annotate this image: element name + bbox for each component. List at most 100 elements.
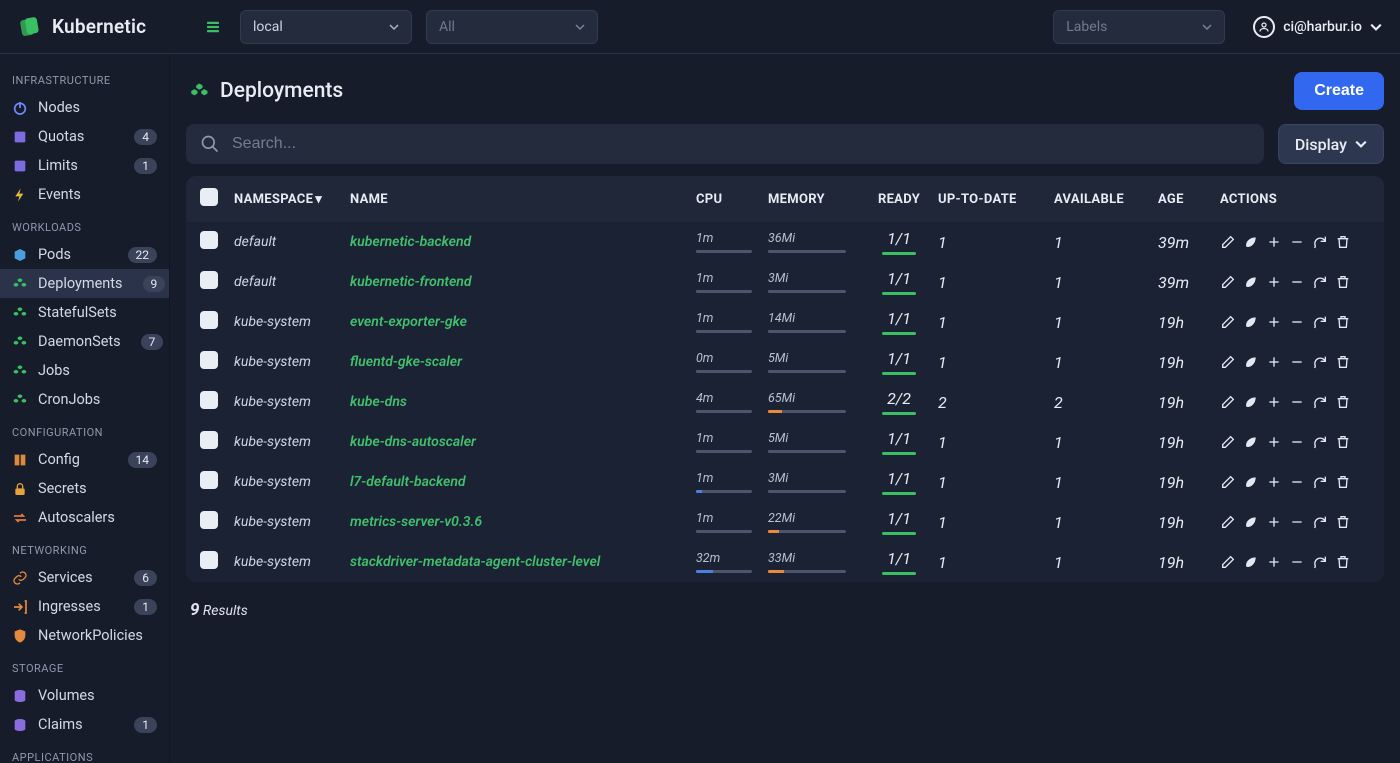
create-button[interactable]: Create — [1294, 72, 1384, 110]
plus-icon[interactable] — [1266, 274, 1282, 290]
sidebar-item-claims[interactable]: Claims1 — [0, 710, 169, 739]
plus-icon[interactable] — [1266, 394, 1282, 410]
rocket-icon[interactable] — [1243, 434, 1259, 450]
deployment-link[interactable]: fluentd-gke-scaler — [350, 354, 462, 370]
col-available[interactable]: AVAILABLE — [1054, 192, 1158, 207]
row-checkbox[interactable] — [200, 231, 218, 249]
search-input[interactable] — [230, 134, 1250, 154]
row-checkbox[interactable] — [200, 431, 218, 449]
deployment-link[interactable]: stackdriver-metadata-agent-cluster-level — [350, 554, 600, 570]
rocket-icon[interactable] — [1243, 234, 1259, 250]
minus-icon[interactable] — [1289, 474, 1305, 490]
trash-icon[interactable] — [1335, 274, 1351, 290]
sidebar-item-networkpolicies[interactable]: NetworkPolicies — [0, 621, 169, 650]
refresh-icon[interactable] — [1312, 514, 1328, 530]
row-checkbox[interactable] — [200, 551, 218, 569]
minus-icon[interactable] — [1289, 394, 1305, 410]
deployment-link[interactable]: kube-dns-autoscaler — [350, 434, 476, 450]
refresh-icon[interactable] — [1312, 314, 1328, 330]
context-select[interactable]: local — [240, 10, 412, 44]
plus-icon[interactable] — [1266, 434, 1282, 450]
plus-icon[interactable] — [1266, 314, 1282, 330]
edit-icon[interactable] — [1220, 274, 1236, 290]
plus-icon[interactable] — [1266, 514, 1282, 530]
deployment-link[interactable]: kubernetic-backend — [350, 234, 471, 250]
row-checkbox[interactable] — [200, 471, 218, 489]
trash-icon[interactable] — [1335, 474, 1351, 490]
edit-icon[interactable] — [1220, 314, 1236, 330]
sidebar-item-services[interactable]: Services6 — [0, 563, 169, 592]
minus-icon[interactable] — [1289, 514, 1305, 530]
sidebar-item-nodes[interactable]: Nodes — [0, 93, 169, 122]
sidebar-item-limits[interactable]: Limits1 — [0, 151, 169, 180]
refresh-icon[interactable] — [1312, 354, 1328, 370]
trash-icon[interactable] — [1335, 434, 1351, 450]
plus-icon[interactable] — [1266, 474, 1282, 490]
refresh-icon[interactable] — [1312, 434, 1328, 450]
col-memory[interactable]: MEMORY — [768, 192, 860, 207]
minus-icon[interactable] — [1289, 274, 1305, 290]
rocket-icon[interactable] — [1243, 514, 1259, 530]
edit-icon[interactable] — [1220, 474, 1236, 490]
search-box[interactable] — [186, 124, 1264, 164]
labels-select[interactable]: Labels — [1053, 10, 1225, 44]
trash-icon[interactable] — [1335, 234, 1351, 250]
col-age[interactable]: AGE — [1158, 192, 1220, 207]
sidebar-item-cronjobs[interactable]: CronJobs — [0, 385, 169, 414]
col-ready[interactable]: READY — [860, 192, 938, 207]
minus-icon[interactable] — [1289, 234, 1305, 250]
refresh-icon[interactable] — [1312, 394, 1328, 410]
edit-icon[interactable] — [1220, 514, 1236, 530]
sidebar-item-deployments[interactable]: Deployments9 — [0, 269, 169, 298]
plus-icon[interactable] — [1266, 554, 1282, 570]
row-checkbox[interactable] — [200, 311, 218, 329]
edit-icon[interactable] — [1220, 554, 1236, 570]
minus-icon[interactable] — [1289, 354, 1305, 370]
minus-icon[interactable] — [1289, 554, 1305, 570]
trash-icon[interactable] — [1335, 394, 1351, 410]
sidebar-item-ingresses[interactable]: Ingresses1 — [0, 592, 169, 621]
plus-icon[interactable] — [1266, 354, 1282, 370]
rocket-icon[interactable] — [1243, 554, 1259, 570]
sidebar-item-events[interactable]: Events — [0, 180, 169, 209]
col-uptodate[interactable]: UP-TO-DATE — [938, 192, 1054, 207]
deployment-link[interactable]: kubernetic-frontend — [350, 274, 472, 290]
refresh-icon[interactable] — [1312, 474, 1328, 490]
deployment-link[interactable]: event-exporter-gke — [350, 314, 467, 330]
col-namespace[interactable]: NAMESPACE▾ — [234, 192, 350, 207]
row-checkbox[interactable] — [200, 271, 218, 289]
trash-icon[interactable] — [1335, 314, 1351, 330]
sidebar-item-jobs[interactable]: Jobs — [0, 356, 169, 385]
edit-icon[interactable] — [1220, 234, 1236, 250]
row-checkbox[interactable] — [200, 351, 218, 369]
sidebar-item-pods[interactable]: Pods22 — [0, 240, 169, 269]
rocket-icon[interactable] — [1243, 474, 1259, 490]
rocket-icon[interactable] — [1243, 314, 1259, 330]
minus-icon[interactable] — [1289, 434, 1305, 450]
namespace-select[interactable]: All — [426, 10, 598, 44]
sidebar-item-secrets[interactable]: Secrets — [0, 474, 169, 503]
sidebar-item-autoscalers[interactable]: Autoscalers — [0, 503, 169, 532]
deployment-link[interactable]: kube-dns — [350, 394, 407, 410]
plus-icon[interactable] — [1266, 234, 1282, 250]
display-dropdown[interactable]: Display — [1278, 124, 1384, 164]
sidebar-item-statefulsets[interactable]: StatefulSets — [0, 298, 169, 327]
edit-icon[interactable] — [1220, 434, 1236, 450]
refresh-icon[interactable] — [1312, 274, 1328, 290]
deployment-link[interactable]: metrics-server-v0.3.6 — [350, 514, 482, 530]
row-checkbox[interactable] — [200, 511, 218, 529]
trash-icon[interactable] — [1335, 514, 1351, 530]
rocket-icon[interactable] — [1243, 354, 1259, 370]
row-checkbox[interactable] — [200, 391, 218, 409]
rocket-icon[interactable] — [1243, 394, 1259, 410]
context-icon[interactable] — [204, 18, 222, 36]
user-menu[interactable]: ci@harbur.io — [1253, 16, 1382, 38]
rocket-icon[interactable] — [1243, 274, 1259, 290]
edit-icon[interactable] — [1220, 354, 1236, 370]
trash-icon[interactable] — [1335, 354, 1351, 370]
refresh-icon[interactable] — [1312, 554, 1328, 570]
col-name[interactable]: NAME — [350, 192, 696, 207]
sidebar-item-daemonsets[interactable]: DaemonSets7 — [0, 327, 169, 356]
edit-icon[interactable] — [1220, 394, 1236, 410]
sidebar-item-quotas[interactable]: Quotas4 — [0, 122, 169, 151]
